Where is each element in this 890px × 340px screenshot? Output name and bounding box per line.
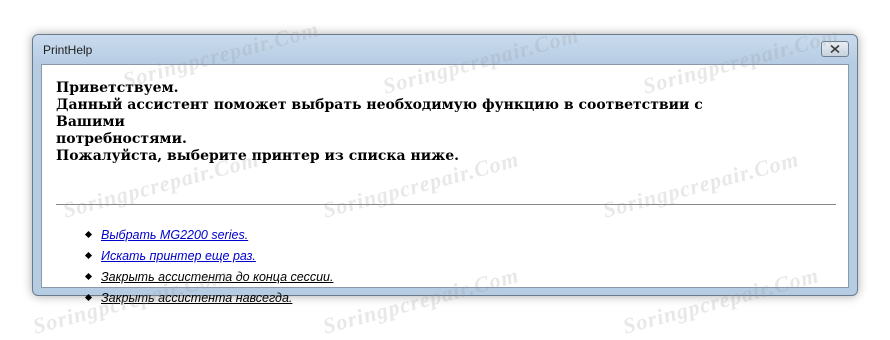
close-for-session-link[interactable]: Закрыть ассистента до конца сессии.: [101, 270, 333, 284]
list-item: Закрыть ассистента до конца сессии.: [84, 266, 333, 287]
bullet-icon: [84, 230, 93, 239]
search-again-link[interactable]: Искать принтер еще раз.: [101, 249, 256, 263]
bullet-icon: [84, 251, 93, 260]
window-title: PrintHelp: [43, 43, 93, 57]
select-printer-link[interactable]: Выбрать MG2200 series.: [101, 228, 248, 242]
greeting: Приветствуем.: [56, 80, 179, 96]
printhelp-window: PrintHelp Приветствуем. Данный ассистент…: [32, 34, 858, 305]
description-line: потребностями.: [56, 131, 187, 147]
intro-text: Приветствуем. Данный ассистент поможет в…: [56, 80, 756, 165]
list-item: Закрыть ассистента навсегда.: [84, 287, 333, 308]
list-item: Выбрать MG2200 series.: [84, 224, 333, 245]
bullet-icon: [84, 293, 93, 302]
close-forever-link[interactable]: Закрыть ассистента навсегда.: [101, 291, 292, 305]
divider: [56, 204, 836, 205]
instruction: Пожалуйста, выберите принтер из списка н…: [56, 148, 460, 164]
dialog-content: Приветствуем. Данный ассистент поможет в…: [41, 64, 849, 305]
list-item: Искать принтер еще раз.: [84, 245, 333, 266]
title-bar[interactable]: PrintHelp: [33, 35, 857, 63]
description-line: Данный ассистент поможет выбрать необход…: [56, 97, 703, 130]
close-icon: [830, 45, 840, 53]
action-list: Выбрать MG2200 series. Искать принтер ещ…: [84, 224, 333, 308]
close-button[interactable]: [821, 41, 849, 57]
bullet-icon: [84, 272, 93, 281]
